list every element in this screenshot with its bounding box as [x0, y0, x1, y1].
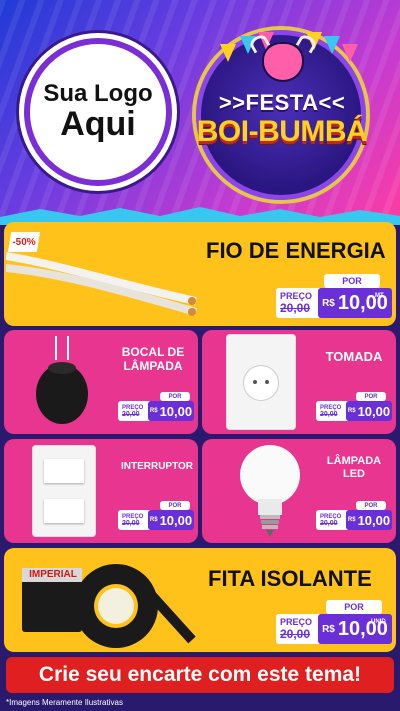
product-title-bocal-line2: LÂMPADA — [123, 358, 183, 373]
currency: R$ — [149, 517, 158, 523]
new-price: 10,00 — [357, 512, 391, 528]
disclaimer-footer: *Imagens Meramente Ilustrativas — [0, 693, 400, 711]
product-title-bocal: BOCAL DE LÂMPADA — [112, 345, 194, 374]
product-title-fio: FIO DE ENERGIA — [206, 238, 386, 263]
old-price: 20,00 — [122, 519, 140, 527]
por-label: POR — [326, 600, 382, 614]
product-title-fita: FITA ISOLANTE — [208, 566, 372, 591]
old-price: 20,00 — [280, 627, 311, 641]
tape-brand: IMPERIAL — [29, 569, 77, 580]
old-price: 20,00 — [122, 410, 140, 418]
por-label: POR — [160, 501, 190, 510]
new-price: 10,00 — [159, 403, 193, 419]
old-price-block: PREÇO 20,00 — [276, 288, 320, 318]
por-label: POR — [356, 501, 386, 510]
old-price: 20,00 — [320, 410, 338, 418]
currency: R$ — [322, 623, 335, 635]
logo-text-line2: Aqui — [60, 105, 136, 144]
bull-head-icon — [262, 42, 304, 82]
old-price: 20,00 — [320, 519, 338, 527]
unit-label: MT — [375, 293, 384, 299]
new-price-block: R$ 10,00 — [148, 401, 194, 421]
led-bulb-image — [240, 445, 300, 537]
discount-badge: -50% — [8, 232, 40, 252]
product-title-tomada: TOMADA — [325, 349, 383, 364]
old-price-block: PREÇO 20,00 — [316, 510, 348, 530]
logo-text-line1: Sua Logo — [43, 79, 153, 107]
festa-title: >>FESTA<< — [218, 90, 346, 115]
boi-bumba-title: BOI-BUMBÁ — [196, 115, 368, 148]
por-label: POR — [356, 392, 386, 401]
unit-label: UNID — [371, 619, 386, 625]
new-price-block: R$ 10,00 — [346, 510, 392, 530]
old-price-block: PREÇO 20,00 — [316, 401, 348, 421]
old-price-block: PREÇO 20,00 — [118, 510, 150, 530]
product-title-bocal-line1: BOCAL DE — [121, 345, 185, 359]
product-title-lampada-line1: LÂMPADA — [326, 455, 382, 467]
logo-placeholder[interactable]: Sua Logo Aqui — [24, 38, 172, 186]
preco-label: PREÇO — [280, 617, 313, 627]
new-price: 10,00 — [159, 512, 193, 528]
new-price-block: R$ 10,00 — [148, 510, 194, 530]
por-label: POR — [324, 274, 380, 288]
currency: R$ — [347, 408, 356, 414]
currency: R$ — [149, 408, 158, 414]
switch-image — [32, 445, 96, 537]
old-price-block: PREÇO 20,00 — [276, 614, 320, 644]
wire-image — [6, 252, 198, 316]
old-price: 20,00 — [280, 301, 311, 315]
socket-image — [226, 334, 296, 430]
product-title-lampada: LÂMPADA LED — [316, 455, 392, 480]
new-price: 10,00 — [357, 403, 391, 419]
product-title-lampada-line2: LED — [343, 467, 365, 480]
product-title-interruptor: INTERRUPTOR — [120, 461, 194, 472]
tape-image — [22, 564, 196, 648]
cta-banner[interactable]: Crie seu encarte com este tema! — [6, 657, 394, 693]
bulb-socket-image — [36, 336, 88, 424]
por-label: POR — [160, 392, 190, 401]
currency: R$ — [322, 297, 335, 309]
new-price-block: R$ 10,00 — [346, 401, 392, 421]
currency: R$ — [347, 517, 356, 523]
old-price-block: PREÇO 20,00 — [118, 401, 150, 421]
preco-label: PREÇO — [280, 291, 313, 301]
